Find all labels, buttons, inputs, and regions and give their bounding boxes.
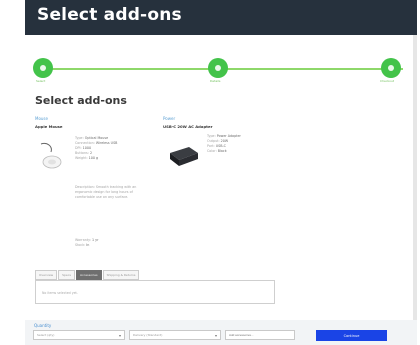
spec-value: Black xyxy=(217,149,227,153)
spec-value: USB-C xyxy=(215,144,226,148)
step-2-indicator[interactable] xyxy=(208,58,228,78)
tab-specs[interactable]: Specs xyxy=(58,270,75,280)
product-specs: Type: Power Adapter Output: 20W Port: US… xyxy=(207,134,241,153)
spec-key: DPI xyxy=(75,146,81,150)
window-title-bar: Select add-ons xyxy=(25,0,417,35)
continue-button[interactable]: Continue xyxy=(316,330,387,341)
spec-value: 20W xyxy=(220,139,229,143)
step-dot-icon xyxy=(388,65,394,71)
tab-shipping[interactable]: Shipping & Returns xyxy=(102,270,140,280)
spec-key: Output xyxy=(207,139,219,143)
quantity-select-value: Select (qty) xyxy=(37,333,55,337)
delivery-select-value: Delivery (Standard) xyxy=(133,333,163,337)
product-specs: Type: Optical Mouse Connection: Wireless… xyxy=(75,136,118,160)
quantity-select[interactable]: Select (qty) ▾ xyxy=(33,330,125,340)
detail-tabs: Overview Specs Accessories Shipping & Re… xyxy=(35,270,140,280)
step-1-label: Select xyxy=(36,79,46,83)
spec-key: Weight xyxy=(75,156,87,160)
spec-key: Connection xyxy=(75,141,94,145)
window-edge xyxy=(413,35,417,345)
chevron-down-icon: ▾ xyxy=(118,333,121,338)
product-category[interactable]: Power xyxy=(163,116,175,121)
product-name[interactable]: USB-C 20W AC Adapter xyxy=(163,124,212,129)
spec-value: 100 g xyxy=(88,156,99,160)
mouse-product-image[interactable] xyxy=(37,140,67,172)
accessory-search-input[interactable] xyxy=(225,330,295,340)
window-title: Select add-ons xyxy=(37,5,182,25)
tab-accessories[interactable]: Accessories xyxy=(76,270,102,280)
spec-value: 2 xyxy=(89,151,93,155)
spec-value: Wireless USB xyxy=(95,141,118,145)
product-category[interactable]: Mouse xyxy=(35,116,48,121)
spec-key: Buttons xyxy=(75,151,88,155)
product-extra-specs: Warranty: 1 yr Stock: In xyxy=(75,238,99,247)
spec-key: Stock xyxy=(75,243,85,247)
step-dot-icon xyxy=(215,65,221,71)
spec-value: In xyxy=(86,243,90,247)
step-1-indicator[interactable] xyxy=(33,58,53,78)
spec-value: 1000 xyxy=(82,146,92,150)
spec-value: Power Adapter xyxy=(216,134,241,138)
tab-content-text: No items selected yet. xyxy=(42,291,78,295)
spec-key: Type xyxy=(207,134,215,138)
bottom-action-bar: Quantity Select (qty) ▾ Delivery (Standa… xyxy=(25,320,417,345)
spec-key: Color xyxy=(207,149,216,153)
addons-panel: Select Details Checkout Select add-ons M… xyxy=(25,35,413,320)
section-heading: Select add-ons xyxy=(35,94,127,107)
quantity-label: Quantity xyxy=(34,323,52,328)
chevron-down-icon: ▾ xyxy=(214,333,217,338)
spec-key: Warranty xyxy=(75,238,90,242)
product-name[interactable]: Apple Mouse xyxy=(35,124,63,129)
tab-content: No items selected yet. xyxy=(35,280,275,304)
charger-product-image[interactable] xyxy=(167,143,201,169)
product-description: Description: Smooth tracking with an erg… xyxy=(75,185,137,199)
spec-value: Optical Mouse xyxy=(84,136,109,140)
spec-key: Type xyxy=(75,136,83,140)
tab-overview[interactable]: Overview xyxy=(35,270,58,280)
step-2-label: Details xyxy=(210,79,221,83)
step-3-label: Checkout xyxy=(380,79,395,83)
step-3-indicator[interactable] xyxy=(381,58,401,78)
spec-value: 1 yr xyxy=(92,238,99,242)
delivery-select[interactable]: Delivery (Standard) ▾ xyxy=(129,330,221,340)
spec-key: Port xyxy=(207,144,214,148)
step-dot-icon xyxy=(40,65,46,71)
